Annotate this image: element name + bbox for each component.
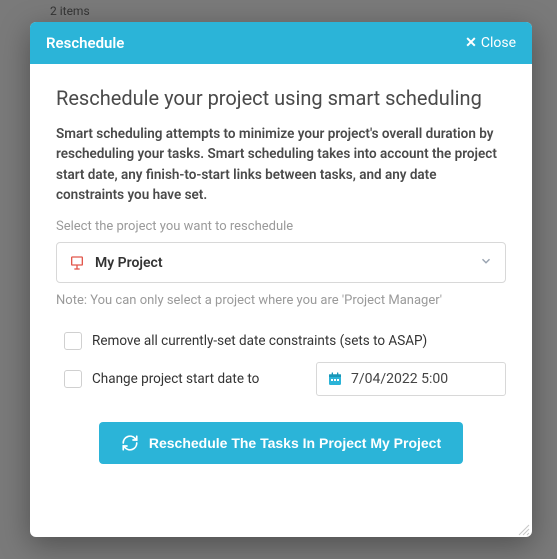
action-row: Reschedule The Tasks In Project My Proje… bbox=[56, 422, 506, 464]
project-select[interactable]: My Project bbox=[56, 242, 506, 283]
modal-body: Reschedule your project using smart sche… bbox=[30, 64, 532, 537]
close-label: Close bbox=[481, 35, 516, 51]
project-select-label: Select the project you want to reschedul… bbox=[56, 219, 506, 234]
refresh-icon bbox=[121, 434, 139, 452]
calendar-icon bbox=[327, 371, 343, 387]
change-start-date-checkbox[interactable] bbox=[64, 370, 82, 388]
reschedule-modal: Reschedule ✕ Close Reschedule your proje… bbox=[30, 22, 532, 537]
remove-constraints-checkbox[interactable] bbox=[64, 332, 82, 350]
change-start-date-row: Change project start date to 7/04/2022 5… bbox=[64, 362, 506, 396]
remove-constraints-label: Remove all currently-set date constraint… bbox=[92, 333, 427, 349]
close-icon: ✕ bbox=[465, 35, 477, 51]
chevron-down-icon bbox=[479, 253, 493, 272]
description-text: Smart scheduling attempts to minimize yo… bbox=[56, 124, 506, 205]
reschedule-button[interactable]: Reschedule The Tasks In Project My Proje… bbox=[99, 422, 463, 464]
remove-constraints-row: Remove all currently-set date constraint… bbox=[64, 326, 506, 356]
page-title: Reschedule your project using smart sche… bbox=[56, 86, 506, 110]
close-button[interactable]: ✕ Close bbox=[465, 35, 516, 51]
change-start-date-label: Change project start date to bbox=[92, 371, 259, 387]
project-select-note: Note: You can only select a project wher… bbox=[56, 293, 506, 308]
reschedule-button-label: Reschedule The Tasks In Project My Proje… bbox=[149, 435, 441, 451]
start-date-input[interactable]: 7/04/2022 5:00 bbox=[316, 362, 506, 396]
modal-title: Reschedule bbox=[46, 34, 124, 52]
modal-header: Reschedule ✕ Close bbox=[30, 22, 532, 64]
start-date-value: 7/04/2022 5:00 bbox=[351, 371, 448, 387]
project-icon bbox=[69, 255, 85, 271]
project-name: My Project bbox=[95, 255, 163, 271]
